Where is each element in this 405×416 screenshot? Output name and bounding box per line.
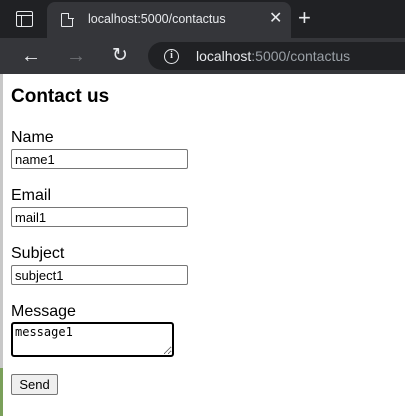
address-bar[interactable]: i localhost:5000/contactus [148, 42, 405, 70]
close-icon[interactable]: ✕ [269, 10, 282, 28]
email-input[interactable] [11, 207, 188, 227]
plus-icon[interactable]: + [298, 6, 311, 30]
subject-label: Subject [11, 245, 65, 262]
left-edge-accent [0, 368, 3, 416]
subject-input[interactable] [11, 265, 188, 285]
message-textarea[interactable]: message1 [11, 322, 174, 357]
url-host: localhost [196, 48, 252, 64]
browser-toolbar: ← → ↻ i localhost:5000/contactus [0, 38, 405, 74]
url-path: :5000/contactus [251, 48, 351, 64]
left-edge-strip [0, 74, 3, 416]
message-label: Message [11, 303, 76, 320]
page-title: Contact us [11, 86, 110, 107]
browser-tab[interactable]: localhost:5000/contactus ✕ [47, 2, 291, 38]
page-content: Contact us Name Email Subject Message me… [0, 74, 405, 416]
name-input[interactable] [11, 149, 188, 169]
page-icon [61, 12, 74, 27]
reload-icon[interactable]: ↻ [106, 42, 134, 70]
email-label: Email [11, 187, 52, 204]
forward-arrow-icon[interactable]: → [62, 42, 90, 70]
back-arrow-icon[interactable]: ← [17, 42, 45, 70]
info-icon[interactable]: i [164, 49, 179, 64]
name-label: Name [11, 129, 54, 146]
send-button[interactable]: Send [11, 374, 58, 395]
window-icon[interactable] [16, 11, 33, 27]
tab-title: localhost:5000/contactus [88, 12, 226, 26]
url-text[interactable]: localhost:5000/contactus [196, 48, 350, 64]
tab-strip: localhost:5000/contactus ✕ + [0, 0, 405, 38]
